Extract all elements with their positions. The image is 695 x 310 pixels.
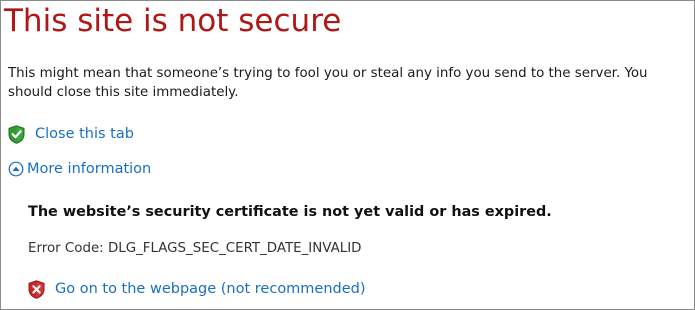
page-title: This site is not secure xyxy=(4,3,342,39)
close-tab-action[interactable]: Close this tab xyxy=(8,122,134,146)
warning-description: This might mean that someone’s trying to… xyxy=(8,66,648,100)
expand-up-arrow-icon[interactable] xyxy=(8,161,24,177)
certificate-error-heading: The website’s security certificate is no… xyxy=(28,204,552,220)
more-information-link[interactable]: More information xyxy=(27,161,151,177)
go-on-to-webpage-action[interactable]: Go on to the webpage (not recommended) xyxy=(28,277,366,301)
close-tab-link[interactable]: Close this tab xyxy=(35,126,134,142)
green-shield-check-icon xyxy=(8,124,25,144)
security-warning-page: This site is not secure This might mean … xyxy=(0,0,695,310)
red-shield-x-icon xyxy=(28,279,45,299)
error-code-text: Error Code: DLG_FLAGS_SEC_CERT_DATE_INVA… xyxy=(28,241,362,256)
more-information-toggle[interactable]: More information xyxy=(8,157,151,181)
go-on-to-webpage-link[interactable]: Go on to the webpage (not recommended) xyxy=(55,281,366,297)
